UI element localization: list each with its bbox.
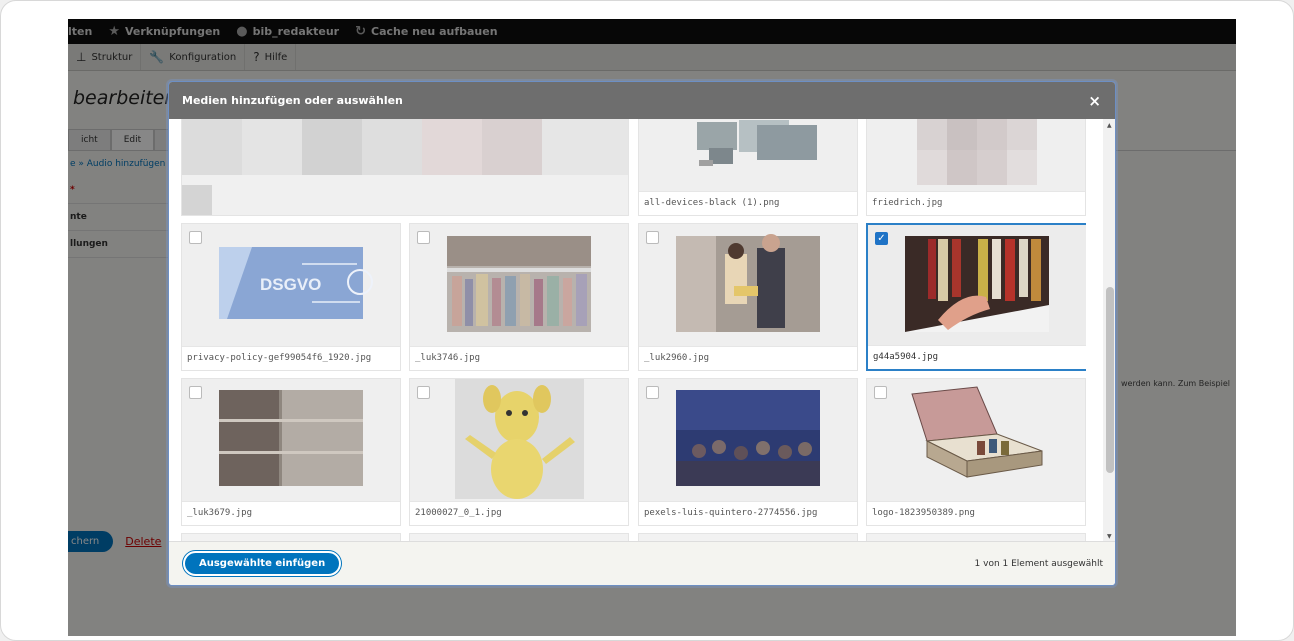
media-filename: privacy-policy-gef99054f6_1920.jpg [182, 346, 400, 370]
media-thumbnail [182, 119, 628, 215]
selection-status: 1 von 1 Element ausgewählt [974, 558, 1103, 569]
media-tile[interactable]: logo-1823950389.png [866, 378, 1086, 526]
bookshelf-image [410, 224, 628, 346]
media-filename: friedrich.jpg [867, 191, 1085, 215]
media-filename: pexels-luis-quintero-2774556.jpg [639, 501, 857, 525]
dialog-titlebar: Medien hinzufügen oder auswählen × [169, 82, 1115, 119]
select-checkbox[interactable] [874, 386, 887, 399]
select-checkbox[interactable] [646, 386, 659, 399]
library-shelves-image [182, 379, 400, 501]
select-checkbox[interactable] [646, 231, 659, 244]
media-filename: _luk3679.jpg [182, 501, 400, 525]
dialog-footer: Ausgewählte einfügen 1 von 1 Element aus… [169, 541, 1115, 585]
media-thumbnail [410, 224, 628, 346]
media-thumbnail: DSGVO [182, 224, 400, 346]
media-tile[interactable]: _luk3746.jpg [409, 223, 629, 371]
select-checkbox-checked[interactable]: ✓ [875, 232, 888, 245]
media-tile[interactable]: friedrich.jpg [866, 119, 1086, 216]
media-thumbnail [639, 119, 857, 192]
media-dialog: Medien hinzufügen oder auswählen × all-d… [168, 81, 1116, 586]
media-thumbnail [868, 225, 1086, 345]
media-tile[interactable]: all-devices-black (1).png [638, 119, 858, 216]
scroll-down-icon[interactable]: ▼ [1107, 533, 1112, 540]
media-filename: _luk3746.jpg [410, 346, 628, 370]
dialog-scrollbar[interactable]: ▲ ▼ [1103, 119, 1115, 543]
reading-people-image [639, 224, 857, 346]
media-tile[interactable]: _luk3679.jpg [181, 378, 401, 526]
media-filename: logo-1823950389.png [867, 501, 1085, 525]
select-checkbox[interactable] [417, 231, 430, 244]
screen-frame: lten ★ Verknüpfungen ● bib_redakteur ↻ Cach… [0, 0, 1294, 641]
media-tile[interactable]: 21000027_0_1.jpg [409, 378, 629, 526]
media-grid: all-devices-black (1).png friedrich.jpg … [169, 119, 1115, 543]
audience-image [639, 379, 857, 501]
dsgvo-text: DSGVO [260, 275, 321, 294]
media-filename: 21000027_0_1.jpg [410, 501, 628, 525]
dsgvo-image: DSGVO [182, 224, 400, 346]
media-tile[interactable] [181, 119, 629, 216]
media-tile[interactable]: pexels-luis-quintero-2774556.jpg [638, 378, 858, 526]
media-filename: _luk2960.jpg [639, 346, 857, 370]
media-filename: g44a5904.jpg [868, 345, 1086, 369]
media-filename: all-devices-black (1).png [639, 191, 857, 215]
dialog-title: Medien hinzufügen oder auswählen [182, 94, 403, 107]
media-tile[interactable]: _luk2960.jpg [638, 223, 858, 371]
select-checkbox[interactable] [189, 231, 202, 244]
media-thumbnail [867, 379, 1085, 501]
media-thumbnail [639, 224, 857, 346]
scrollbar-thumb[interactable] [1106, 287, 1114, 473]
media-thumbnail [867, 119, 1085, 192]
pixelated-portrait [867, 119, 1085, 192]
devices-image [639, 119, 857, 192]
media-tile[interactable]: DSGVO privacy-policy-gef99054f6_1920.jpg [181, 223, 401, 371]
select-checkbox[interactable] [189, 386, 202, 399]
close-icon[interactable]: × [1088, 92, 1101, 110]
select-checkbox[interactable] [417, 386, 430, 399]
mascot-image [410, 379, 628, 501]
scroll-up-icon[interactable]: ▲ [1107, 122, 1112, 129]
media-tile-selected[interactable]: ✓ g44a5904.jpg [866, 223, 1086, 371]
media-thumbnail [410, 379, 628, 501]
pixelated-image [182, 119, 628, 215]
media-thumbnail [639, 379, 857, 501]
media-thumbnail [182, 379, 400, 501]
book-hand-image [868, 225, 1086, 345]
insert-selected-button[interactable]: Ausgewählte einfügen [183, 551, 342, 576]
logo-image [867, 379, 1085, 501]
